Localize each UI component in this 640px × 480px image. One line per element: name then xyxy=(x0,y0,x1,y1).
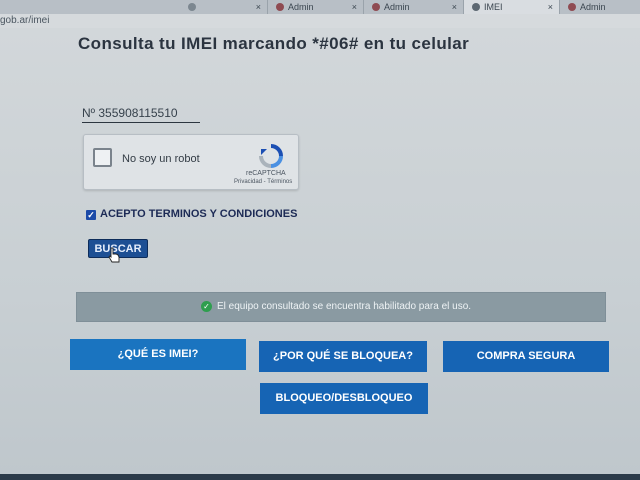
page-content: Consulta tu IMEI marcando *#06# en tu ce… xyxy=(0,28,640,474)
terms-label: ACEPTO TERMINOS Y CONDICIONES xyxy=(100,208,298,220)
url-text[interactable]: gob.ar/imei xyxy=(0,14,49,28)
recaptcha-links[interactable]: Privacidad - Términos xyxy=(234,179,292,185)
status-text: El equipo consultado se encuentra habili… xyxy=(217,301,472,312)
status-banner: ✓ El equipo consultado se encuentra habi… xyxy=(76,292,606,322)
recaptcha-widget: No soy un robot reCAPTCHA Privacidad - T… xyxy=(83,134,299,190)
tab-label: Admin xyxy=(288,2,314,12)
tab-close-icon[interactable]: × xyxy=(256,0,261,14)
recaptcha-label: No soy un robot xyxy=(122,153,200,165)
recaptcha-logo-icon xyxy=(259,144,283,168)
tab-close-icon[interactable]: × xyxy=(452,0,457,14)
block-unblock-button[interactable]: BLOQUEO/DESBLOQUEO xyxy=(260,383,428,414)
tab-close-icon[interactable]: × xyxy=(352,0,357,14)
browser-tab-strip: × Admin × Admin × IMEI × Admin xyxy=(0,0,640,14)
tab-label: Admin xyxy=(384,2,410,12)
tab-admin-4[interactable]: Admin xyxy=(560,0,640,14)
imei-input[interactable]: Nº 355908115510 xyxy=(82,104,200,123)
hand-cursor-icon xyxy=(108,247,120,263)
tab-imei[interactable]: IMEI × xyxy=(464,0,560,14)
why-blocked-button[interactable]: ¿POR QUÉ SE BLOQUEA? xyxy=(259,341,427,372)
page-title: Consulta tu IMEI marcando *#06# en tu ce… xyxy=(78,34,470,53)
tab-favicon-icon xyxy=(276,3,284,11)
tab-label: Admin xyxy=(580,2,606,12)
tab-admin-3[interactable]: Admin × xyxy=(364,0,464,14)
recaptcha-checkbox[interactable] xyxy=(93,148,112,167)
tab-admin-2[interactable]: Admin × xyxy=(268,0,364,14)
screen-bezel xyxy=(0,474,640,480)
tab-label: IMEI xyxy=(484,2,503,12)
what-is-imei-button[interactable]: ¿QUÉ ES IMEI? xyxy=(70,339,246,370)
tab-favicon-icon xyxy=(188,3,196,11)
tab-favicon-icon xyxy=(472,3,480,11)
tab-favicon-icon xyxy=(568,3,576,11)
address-bar[interactable]: gob.ar/imei xyxy=(0,14,640,28)
tab-admin-1[interactable]: × xyxy=(180,0,268,14)
terms-checkbox-row[interactable]: ✓ ACEPTO TERMINOS Y CONDICIONES xyxy=(86,208,297,220)
tab-close-icon[interactable]: × xyxy=(548,0,553,14)
recaptcha-brand: reCAPTCHA xyxy=(246,170,286,177)
terms-checkbox[interactable]: ✓ xyxy=(86,210,96,220)
check-circle-icon: ✓ xyxy=(201,301,212,312)
safe-purchase-button[interactable]: COMPRA SEGURA xyxy=(443,341,609,372)
tab-favicon-icon xyxy=(372,3,380,11)
